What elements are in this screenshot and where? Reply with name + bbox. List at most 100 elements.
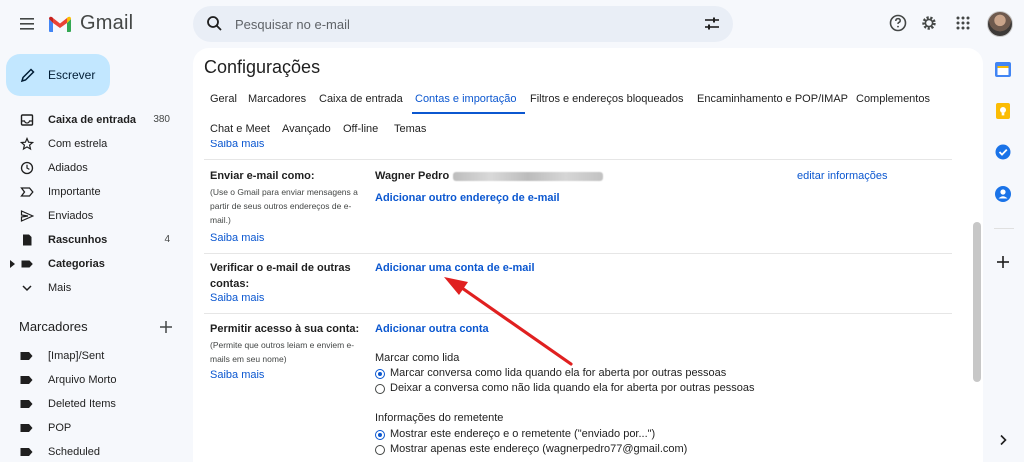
- star-icon: [20, 137, 34, 151]
- mark-read-heading: Marcar como lida: [375, 352, 460, 364]
- sidebar-item-label: Categorias: [48, 258, 105, 270]
- sidebar-item-label: Com estrela: [48, 138, 108, 150]
- label-item-pop[interactable]: POP: [0, 416, 190, 440]
- search-bar: [193, 6, 733, 42]
- grant-access-hint-line: (Permite que outros leiam e enviem e-: [210, 340, 355, 350]
- add-email-address-link[interactable]: Adicionar outro endereço de e-mail: [375, 192, 560, 204]
- check-mail-label: contas:: [210, 278, 250, 290]
- add-addon-icon[interactable]: [994, 253, 1012, 271]
- apps-grid-icon[interactable]: [953, 13, 973, 33]
- sidebar-item-inbox[interactable]: Caixa de entrada 380: [0, 108, 190, 132]
- expand-caret-icon[interactable]: [10, 260, 15, 268]
- tab-themes[interactable]: Temas: [394, 123, 426, 135]
- sidebar-item-categories[interactable]: Categorias: [0, 252, 190, 276]
- row-divider: [204, 313, 952, 314]
- tab-offline[interactable]: Off-line: [343, 123, 378, 135]
- inbox-icon: [20, 114, 34, 126]
- compose-label: Escrever: [48, 68, 96, 82]
- rail-divider: [994, 228, 1014, 229]
- tab-inbox[interactable]: Caixa de entrada: [319, 93, 403, 105]
- sender-info-heading: Informações do remetente: [375, 412, 504, 424]
- help-icon[interactable]: [888, 13, 908, 33]
- send-as-hint-line: (Use o Gmail para enviar mensagens a: [210, 187, 358, 197]
- label-item-name: Scheduled: [48, 446, 100, 458]
- sidebar-item-sent[interactable]: Enviados: [0, 204, 190, 228]
- radio-mark-read[interactable]: [375, 369, 385, 379]
- learn-more-link[interactable]: Saiba mais: [210, 232, 264, 244]
- radio-keep-unread[interactable]: [375, 384, 385, 394]
- label-tag-icon: [20, 424, 33, 432]
- sidebar-item-snoozed[interactable]: Adiados: [0, 156, 190, 180]
- calendar-icon[interactable]: [994, 60, 1012, 78]
- label-item-deleted[interactable]: Deleted Items: [0, 392, 190, 416]
- search-options-icon[interactable]: [703, 15, 721, 33]
- label-tag-icon: [20, 448, 33, 456]
- learn-more-link[interactable]: Saiba mais: [210, 140, 264, 150]
- gmail-logo[interactable]: Gmail: [48, 12, 133, 35]
- tab-forwarding-pop-imap[interactable]: Encaminhamento e POP/IMAP: [697, 93, 848, 105]
- tab-chat-meet[interactable]: Chat e Meet: [210, 123, 270, 135]
- label-item-name: Deleted Items: [48, 398, 116, 410]
- tab-general[interactable]: Geral: [210, 93, 237, 105]
- redacted-email: [453, 171, 604, 181]
- main-menu-button[interactable]: [18, 14, 38, 34]
- label-item-name: [Imap]/Sent: [48, 350, 105, 362]
- grant-access-hint-line: mails em seu nome): [210, 354, 287, 364]
- tab-addons[interactable]: Complementos: [856, 93, 930, 105]
- app-name: Gmail: [80, 12, 134, 34]
- draft-icon: [23, 234, 32, 246]
- search-input[interactable]: [235, 6, 675, 42]
- send-icon: [20, 210, 34, 222]
- tab-accounts-import[interactable]: Contas e importação: [415, 93, 517, 105]
- label-tag-icon: [20, 400, 33, 408]
- sidebar-item-more[interactable]: Mais: [0, 276, 190, 300]
- compose-button[interactable]: Escrever: [6, 54, 110, 96]
- radio-show-address-only[interactable]: [375, 445, 385, 455]
- scrollbar-thumb[interactable]: [973, 222, 981, 382]
- learn-more-link[interactable]: Saiba mais: [210, 292, 264, 304]
- learn-more-link[interactable]: Saiba mais: [210, 369, 264, 381]
- radio-mark-read-label: Marcar conversa como lida quando ela for…: [390, 367, 727, 379]
- edit-info-link[interactable]: editar informações: [797, 170, 888, 182]
- check-mail-label: Verificar o e-mail de outras: [210, 262, 351, 274]
- contacts-icon[interactable]: [994, 185, 1012, 203]
- drafts-count: 4: [164, 234, 170, 245]
- label-item-name: POP: [48, 422, 72, 434]
- add-mail-account-link[interactable]: Adicionar uma conta de e-mail: [375, 262, 535, 274]
- active-tab-indicator: [412, 112, 525, 114]
- sidebar-item-label: Caixa de entrada: [48, 114, 137, 126]
- radio-show-address-sender[interactable]: [375, 430, 385, 440]
- sidebar-item-label: Mais: [48, 282, 72, 294]
- unread-count: 380: [153, 114, 170, 125]
- add-another-account-link[interactable]: Adicionar outra conta: [375, 323, 489, 335]
- add-label-icon[interactable]: [159, 320, 173, 334]
- tasks-icon[interactable]: [994, 143, 1012, 161]
- chevron-down-icon: [22, 285, 32, 292]
- label-item-archive[interactable]: Arquivo Morto: [0, 368, 190, 392]
- sidebar-item-drafts[interactable]: Rascunhos 4: [0, 228, 190, 252]
- gmail-m-icon: [49, 16, 71, 32]
- labels-list: [Imap]/Sent Arquivo Morto Deleted Items …: [0, 344, 190, 462]
- sidebar-item-starred[interactable]: Com estrela: [0, 132, 190, 156]
- keep-icon[interactable]: [994, 102, 1012, 120]
- row-divider: [204, 253, 952, 254]
- tab-labels[interactable]: Marcadores: [248, 93, 306, 105]
- sidebar-item-label: Adiados: [48, 162, 88, 174]
- tab-advanced[interactable]: Avançado: [282, 123, 331, 135]
- settings-gear-icon[interactable]: [919, 13, 939, 33]
- send-as-hint-line: mail.): [210, 215, 231, 225]
- send-as-label: Enviar e-mail como:: [210, 170, 315, 182]
- label-item-imap-sent[interactable]: [Imap]/Sent: [0, 344, 190, 368]
- hamburger-menu-icon: [20, 18, 34, 30]
- account-avatar[interactable]: [987, 11, 1013, 37]
- sidebar-item-important[interactable]: Importante: [0, 180, 190, 204]
- send-as-address: Wagner Pedro: [375, 170, 604, 182]
- search-icon[interactable]: [205, 14, 225, 34]
- radio-show-address-sender-label: Mostrar este endereço e o remetente ("en…: [390, 428, 656, 440]
- sidebar-item-label: Importante: [48, 186, 101, 198]
- chevron-right-icon[interactable]: [996, 433, 1010, 447]
- radio-show-address-only-label: Mostrar apenas este endereço (wagnerpedr…: [390, 443, 688, 455]
- sidebar-item-label: Rascunhos: [48, 234, 108, 246]
- label-item-scheduled[interactable]: Scheduled: [0, 440, 190, 462]
- tab-filters[interactable]: Filtros e endereços bloqueados: [530, 93, 683, 105]
